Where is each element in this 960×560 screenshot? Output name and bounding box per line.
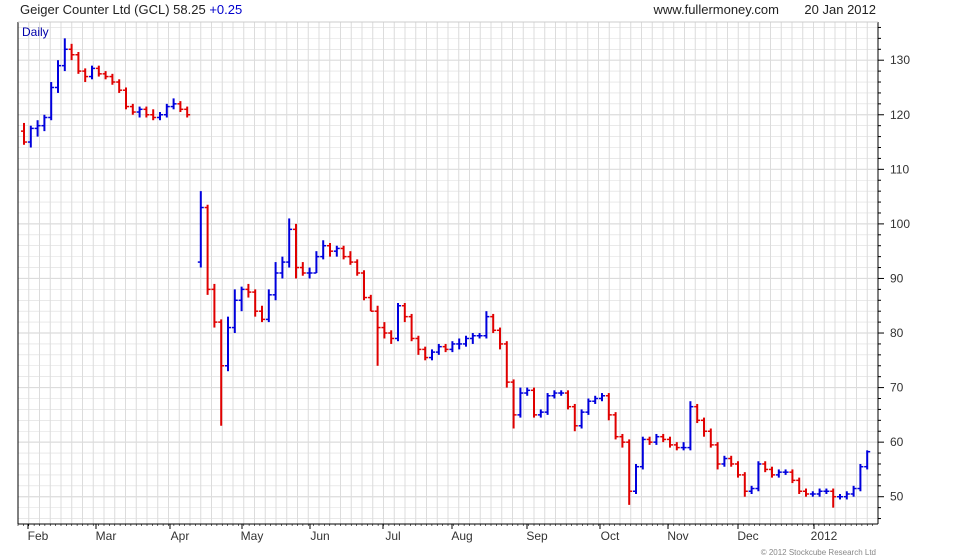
period-label: Daily <box>22 25 49 39</box>
y-tick-label: 60 <box>890 435 904 449</box>
x-tick-label: May <box>241 529 264 543</box>
x-tick-label: Sep <box>526 529 548 543</box>
x-tick-label: Feb <box>28 529 49 543</box>
y-tick-label: 120 <box>890 108 910 122</box>
x-tick-label: Jun <box>310 529 329 543</box>
y-tick-label: 130 <box>890 53 910 67</box>
x-tick-label: 2012 <box>811 529 838 543</box>
x-tick-label: Jul <box>385 529 400 543</box>
y-tick-label: 50 <box>890 490 904 504</box>
x-tick-label: Apr <box>171 529 190 543</box>
x-tick-label: Nov <box>667 529 688 543</box>
y-tick-label: 90 <box>890 271 904 285</box>
y-tick-label: 110 <box>890 162 909 176</box>
y-tick-label: 70 <box>890 381 904 395</box>
x-tick-label: Aug <box>451 529 472 543</box>
x-tick-label: Dec <box>737 529 758 543</box>
y-tick-label: 100 <box>890 217 910 231</box>
y-tick-label: 80 <box>890 326 904 340</box>
price-chart: 50 60 70 80 90 100 110 120 130 Feb Mar Apr May Jun Jul… <box>17 21 910 543</box>
x-tick-label: Mar <box>96 529 117 543</box>
x-tick-label: Oct <box>601 529 620 543</box>
copyright-notice: © 2012 Stockcube Research Ltd <box>760 548 876 557</box>
